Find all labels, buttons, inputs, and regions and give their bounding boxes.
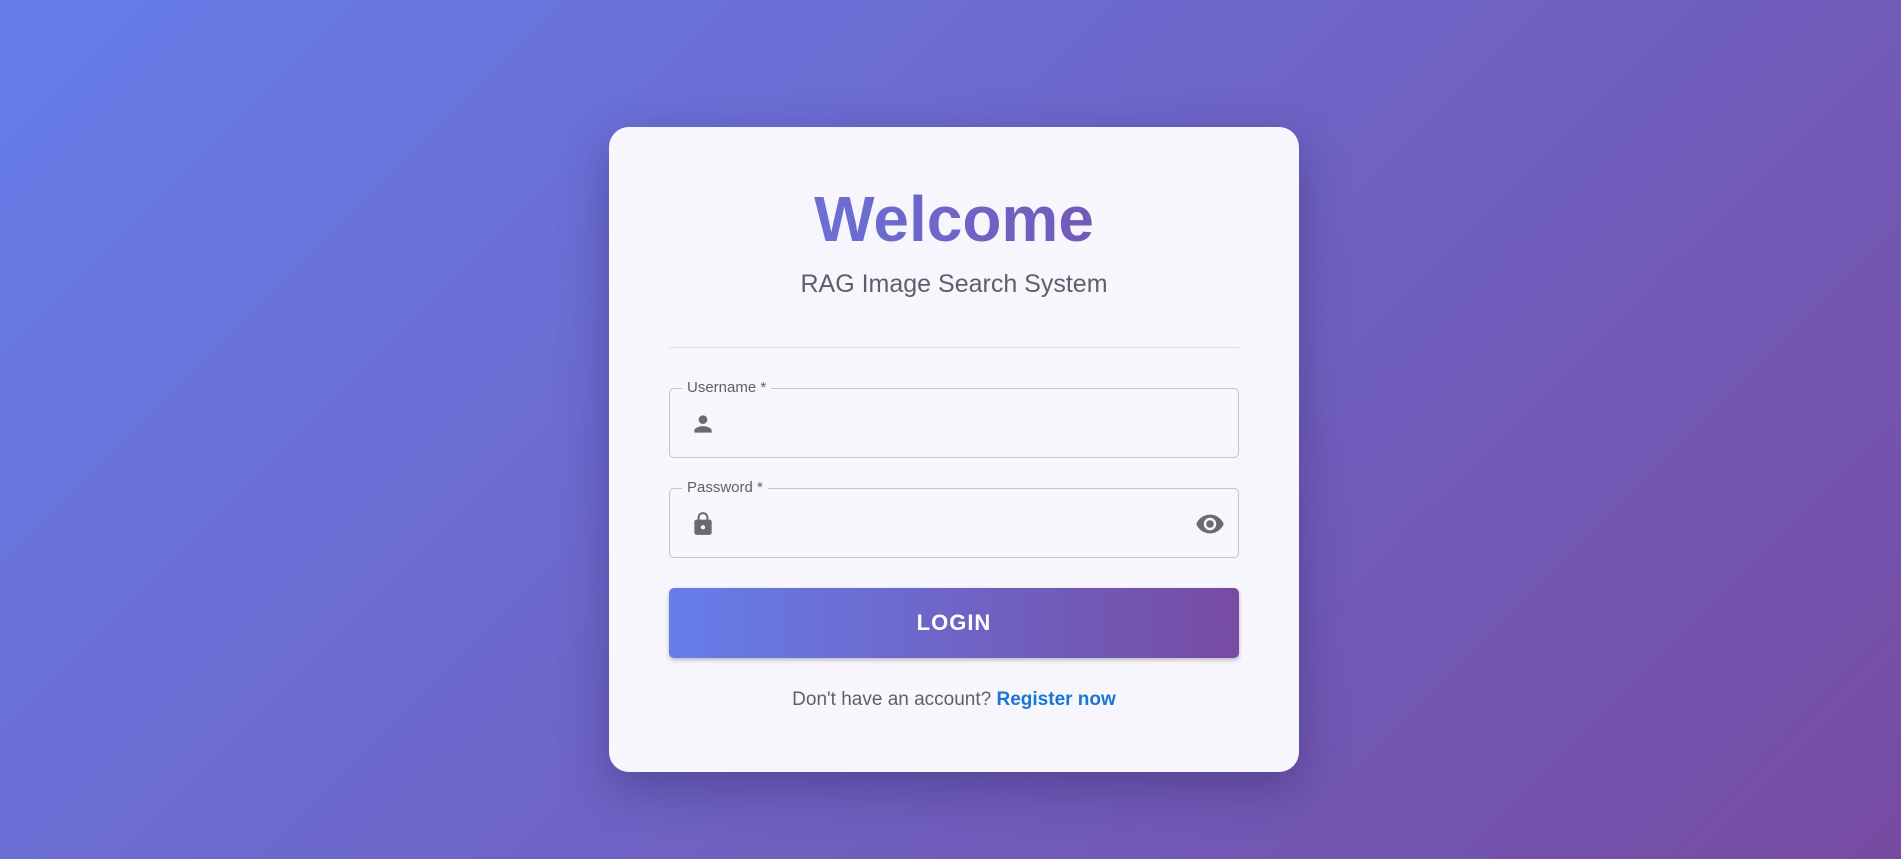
- eye-icon[interactable]: [1194, 509, 1226, 539]
- page-subtitle: RAG Image Search System: [800, 270, 1108, 298]
- password-field[interactable]: Password *: [669, 479, 1239, 558]
- lock-icon: [690, 511, 716, 537]
- login-card: Welcome RAG Image Search System Username…: [609, 127, 1299, 772]
- password-input[interactable]: [732, 503, 1168, 545]
- divider: [669, 347, 1239, 348]
- person-icon: [690, 411, 716, 437]
- page-title: Welcome: [609, 187, 1299, 251]
- username-label: Username *: [682, 379, 772, 397]
- register-prompt: Don't have an account?: [792, 689, 992, 710]
- username-field[interactable]: Username *: [669, 379, 1239, 458]
- password-label: Password *: [682, 479, 768, 497]
- username-input[interactable]: [732, 403, 1168, 445]
- login-button[interactable]: LOGIN: [669, 588, 1239, 658]
- register-link[interactable]: Register now: [997, 689, 1116, 710]
- register-row: Don't have an account? Register now: [609, 689, 1299, 711]
